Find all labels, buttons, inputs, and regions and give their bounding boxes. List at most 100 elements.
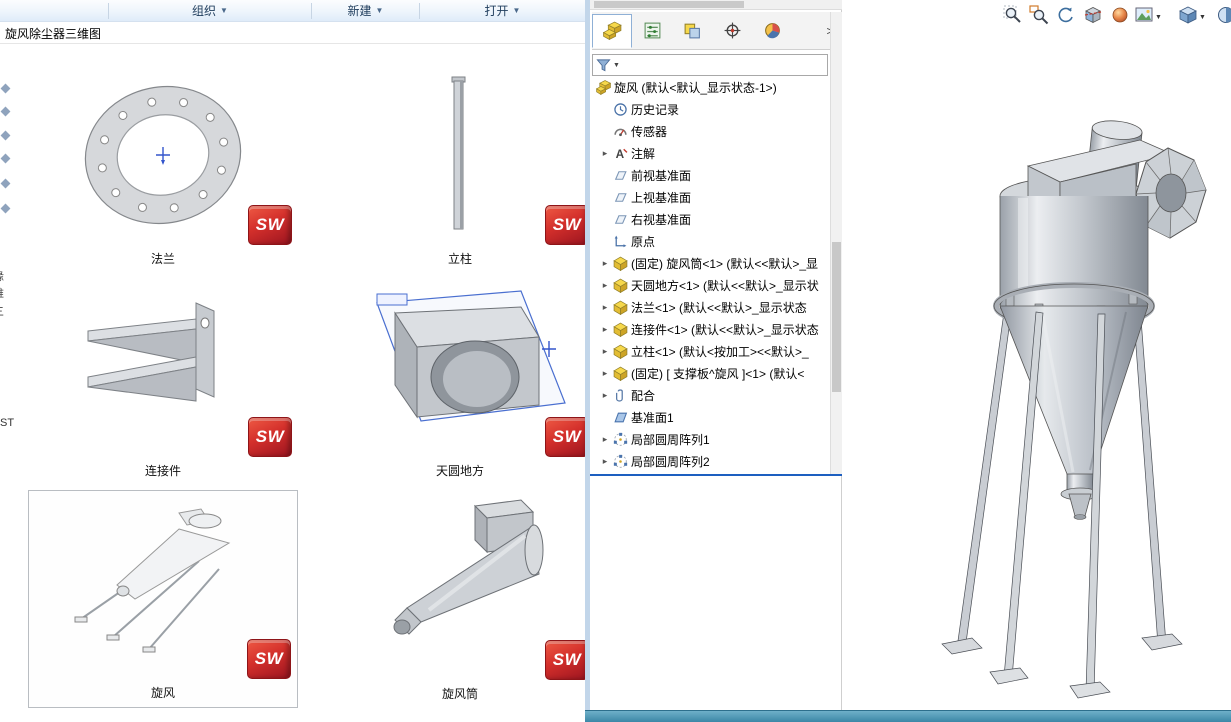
tree-node-icon[interactable] [0,153,11,164]
manager-tab-bar: > [592,12,840,50]
thumbnail-label: 立柱 [447,252,472,266]
part-icon [613,278,628,293]
thumbnail-flange[interactable]: SW 法兰 [28,73,298,273]
expand-arrow-icon[interactable]: ▸ [600,258,610,269]
tree-item-pattern2[interactable]: ▸ 局部圆周阵列2 [590,450,830,472]
featuremanager-tab[interactable] [592,13,632,48]
horizontal-scrollbar[interactable] [590,0,842,10]
thumbnail-connector[interactable]: SW 连接件 [28,285,298,485]
thumbnail-label: 旋风 [150,686,175,700]
tree-filter-box[interactable]: ▼ [592,54,828,76]
tree-item-annotations[interactable]: ▸ A 注解 [590,142,830,164]
new-button[interactable]: 新建 ▼ [312,0,419,22]
viewport-canvas[interactable]: ▼ ▼ [842,0,1231,710]
expand-arrow-icon[interactable]: ▸ [600,280,610,291]
plane-solid-icon [613,410,628,425]
chevron-down-icon: ▼ [613,61,620,69]
clipped-label: 维 [0,285,9,299]
solidworks-logo: SW [545,205,589,245]
tree-node-icon[interactable] [0,106,11,117]
thumbnail-label: 天圆地方 [435,464,484,478]
tree-item-support-plate[interactable]: ▸ (固定) [ 支撑板^旋风 ]<1> (默认< [590,362,830,384]
color-wheel-icon [764,23,780,39]
new-label: 新建 [347,4,372,18]
tree-node-icon[interactable] [0,203,11,214]
circular-pattern-icon [613,454,628,469]
tree-item-pattern1[interactable]: ▸ 局部圆周阵列1 [590,428,830,450]
organize-label: 组织 [192,4,217,18]
thumbnail-cyclone[interactable]: SW 旋风 [28,490,298,708]
screen: 组织 ▼ 新建 ▼ 打开 ▼ 旋风除尘器三维图 缘 维 三 ST [0,0,1231,722]
explorer-content: 缘 维 三 ST SW 法兰 [0,45,589,722]
status-bar [585,710,1231,722]
property-sliders-icon [644,22,660,39]
plane-icon [613,168,628,183]
part-icon [613,344,628,359]
tree-item-column[interactable]: ▸ 立柱<1> (默认<按加工><<默认>_ [590,340,830,362]
tree-item-square-to-round[interactable]: ▸ 天圆地方<1> (默认<<默认>_显示状 [590,274,830,296]
cyclone-preview [74,508,231,653]
solidworks-logo: SW [545,640,589,680]
crosshair-target-icon [724,22,740,39]
tree-item-root[interactable]: 旋风 (默认<默认_显示状态-1>) [590,76,830,98]
thumbnail-label: 旋风筒 [441,687,478,701]
tree-node-icon[interactable] [0,83,11,94]
open-button[interactable]: 打开 ▼ [420,0,585,22]
part-icon [613,300,628,315]
open-label: 打开 [484,4,509,18]
chevron-down-icon: ▼ [512,6,521,15]
tree-item-right-plane[interactable]: 右视基准面 [590,208,830,230]
collapsed-tree-strip: 缘 维 三 ST [0,45,15,722]
part-icon [613,366,628,381]
tree-item-flange[interactable]: ▸ 法兰<1> (默认<<默认>_显示状态 [590,296,830,318]
expand-arrow-icon[interactable]: ▸ [600,302,610,313]
tree-item-cyclone-barrel[interactable]: ▸ (固定) 旋风筒<1> (默认<<默认>_显 [590,252,830,274]
configurationmanager-tab[interactable] [672,14,712,48]
tree-node-icon[interactable] [0,178,11,189]
circular-pattern-icon [613,432,628,447]
expand-arrow-icon[interactable]: ▸ [600,456,610,467]
tree-item-plane1[interactable]: 基准面1 [590,406,830,428]
dimxpertmanager-tab[interactable] [712,14,752,48]
organize-button[interactable]: 组织 ▼ [109,0,311,22]
clipped-label: ST [0,417,15,429]
thumbnail-square-to-round[interactable]: SW 天圆地方 [325,285,595,485]
expand-arrow-icon[interactable]: ▸ [600,324,610,335]
featuremanager-panel: > ▼ 旋风 (默认<默认_显示状态-1>) 历史记录 传感器 ▸ A 注解 [590,0,842,710]
chevron-down-icon: ▼ [375,6,384,15]
tree-item-origin[interactable]: 原点 [590,230,830,252]
tree-item-mates[interactable]: ▸ 配合 [590,384,830,406]
cyclone-barrel-preview [393,499,544,635]
tree-item-history[interactable]: 历史记录 [590,98,830,120]
tree-item-connector[interactable]: ▸ 连接件<1> (默认<<默认>_显示状态 [590,318,830,340]
displaymanager-tab[interactable] [752,14,792,48]
thumbnail-column[interactable]: SW 立柱 [325,73,595,273]
propertymanager-tab[interactable] [632,14,672,48]
tree-item-front-plane[interactable]: 前视基准面 [590,164,830,186]
history-icon [613,102,628,117]
expand-arrow-icon[interactable]: ▸ [600,390,610,401]
cyclone-assembly-model [941,120,1207,699]
clipped-label: 三 [0,303,9,317]
tree-item-sensors[interactable]: 传感器 [590,120,830,142]
tree-item-top-plane[interactable]: 上视基准面 [590,186,830,208]
part-icon [613,322,628,337]
panel-splitter[interactable] [590,474,842,476]
tree-node-icon[interactable] [0,130,11,141]
expand-arrow-icon[interactable]: ▸ [600,368,610,379]
thumbnail-cyclone-barrel[interactable]: SW 旋风筒 [325,490,595,708]
vertical-scrollbar[interactable] [830,12,842,474]
annotation-icon: A [613,146,628,161]
solidworks-logo: SW [247,639,291,679]
expand-arrow-icon[interactable]: ▸ [600,434,610,445]
solidworks-logo: SW [545,417,589,457]
sensor-gauge-icon [613,124,628,139]
expand-arrow-icon[interactable]: ▸ [600,148,610,159]
chevron-down-icon: ▼ [220,6,228,15]
solidworks-logo: SW [248,205,292,245]
thumbnail-label: 法兰 [150,252,175,266]
expand-arrow-icon[interactable]: ▸ [600,346,610,357]
assembly-icon [596,79,611,95]
solidworks-logo: SW [248,417,292,457]
